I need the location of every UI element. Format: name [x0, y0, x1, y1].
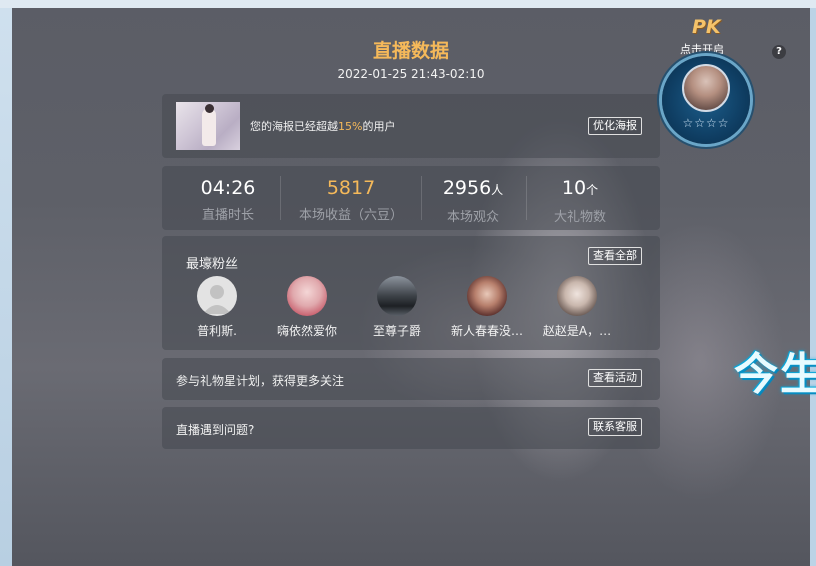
broadcast-time-range: 2022-01-25 21:43-02:10 [337, 67, 485, 81]
divider [280, 176, 281, 220]
stat-income-label: 本场收益（六豆） [298, 208, 403, 223]
avatar [682, 64, 730, 112]
pk-widget[interactable]: PK 点击开启 ☆☆☆☆ [656, 14, 760, 154]
poster-card: 您的海报已经超越15%的用户 优化海报 [162, 94, 660, 158]
star-rating-icon: ☆☆☆☆ [682, 116, 730, 130]
fan-name: 赵赵是A，… [542, 324, 612, 338]
stat-viewers: 2956人 本场观众 [428, 176, 518, 225]
avatar [557, 276, 597, 316]
fan-name: 嗨依然爱你 [276, 324, 337, 338]
poster-rank-text: 您的海报已经超越15%的用户 [250, 120, 396, 133]
fan-item[interactable]: 新人春春没… [443, 276, 531, 339]
poster-thumbnail[interactable] [176, 102, 240, 150]
stat-duration: 04:26 直播时长 [188, 176, 268, 223]
avatar [377, 276, 417, 316]
stat-income-value: 5817 [326, 177, 376, 199]
fan-name: 至尊子爵 [372, 324, 421, 338]
gift-star-plan-text: 参与礼物星计划，获得更多关注 [176, 374, 345, 388]
fan-item[interactable]: 至尊子爵 [353, 276, 441, 339]
top-fans-card: 最壕粉丝 查看全部 普利斯. 嗨依然爱你 至尊子爵 新人春春没… 赵赵是A，… [162, 236, 660, 350]
help-icon[interactable]: ? [772, 45, 786, 59]
divider [421, 176, 422, 220]
top-bar [0, 0, 816, 8]
avatar [197, 276, 237, 316]
right-edge [810, 8, 816, 566]
fan-name: 新人春春没… [450, 324, 523, 338]
top-fans-title: 最壕粉丝 [186, 257, 239, 272]
stat-income: 5817 本场收益（六豆） [286, 176, 416, 223]
view-all-fans-button[interactable]: 查看全部 [588, 247, 642, 265]
gift-star-plan-card: 参与礼物星计划，获得更多关注 查看活动 [162, 358, 660, 400]
divider [526, 176, 527, 220]
side-banner-text: 今生 [734, 349, 816, 400]
stat-duration-label: 直播时长 [201, 208, 254, 223]
view-activity-button[interactable]: 查看活动 [588, 369, 642, 387]
stat-viewers-value: 2956人 [442, 177, 504, 199]
fan-item[interactable]: 嗨依然爱你 [263, 276, 351, 339]
stat-big-gifts-value: 10个 [561, 177, 599, 199]
fan-item[interactable]: 赵赵是A，… [533, 276, 621, 339]
pk-start-label: 点击开启 [680, 43, 724, 56]
left-edge [0, 8, 12, 566]
stat-viewers-label: 本场观众 [446, 210, 499, 225]
page-title: 直播数据 [372, 40, 449, 62]
stat-duration-value: 04:26 [200, 177, 256, 199]
avatar [287, 276, 327, 316]
pk-avatar-ring: ☆☆☆☆ [662, 56, 750, 144]
stat-big-gifts-label: 大礼物数 [553, 210, 606, 225]
poster-percent: 15% [338, 120, 363, 133]
support-text: 直播遇到问题? [176, 423, 255, 437]
support-card: 直播遇到问题? 联系客服 [162, 407, 660, 449]
avatar [467, 276, 507, 316]
stat-big-gifts: 10个 大礼物数 [540, 176, 620, 225]
fan-name: 普利斯. [197, 324, 237, 338]
optimize-poster-button[interactable]: 优化海报 [588, 117, 642, 135]
contact-support-button[interactable]: 联系客服 [588, 418, 642, 436]
fan-item[interactable]: 普利斯. [173, 276, 261, 339]
pk-logo: PK [692, 16, 721, 38]
stats-card: 04:26 直播时长 5817 本场收益（六豆） 2956人 本场观众 10个 … [162, 166, 660, 230]
